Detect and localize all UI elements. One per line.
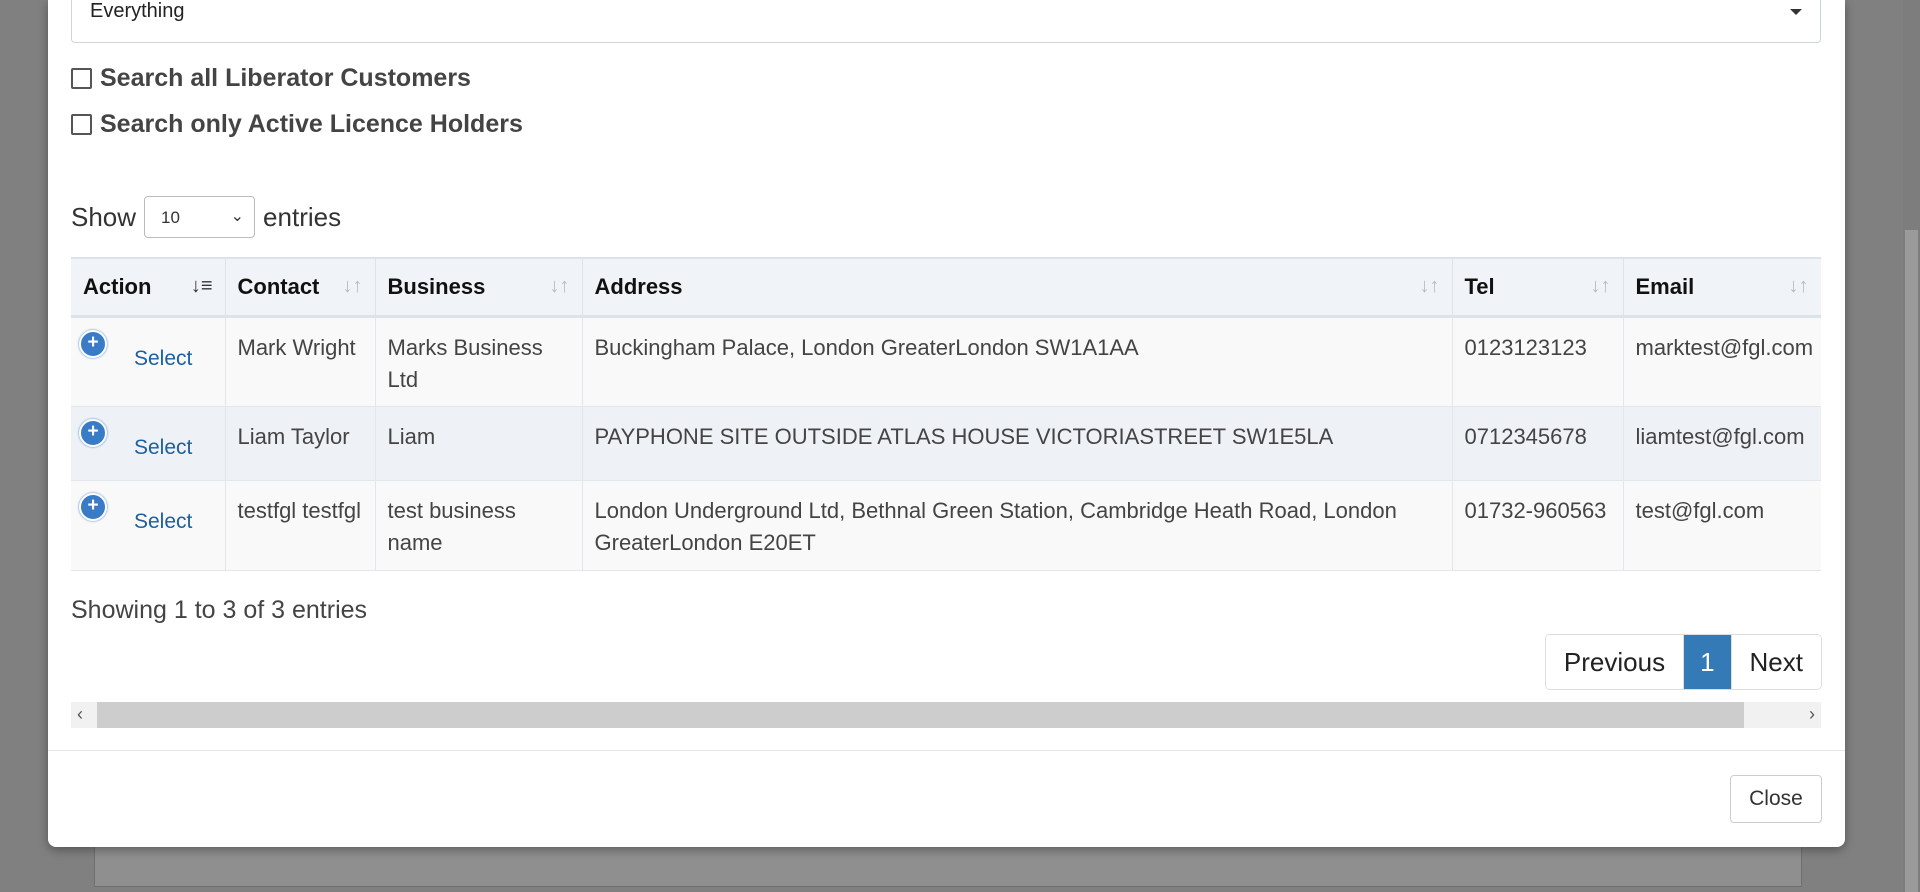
column-header-email[interactable]: Email ↓↑ [1623,258,1821,316]
expand-row-icon[interactable]: + [79,492,107,521]
action-cell: + Select [71,406,226,480]
email-cell: marktest@fgl.com [1623,316,1821,406]
sort-icon: ↓↑ [1788,275,1809,297]
business-cell: test business name [375,480,583,570]
tel-cell: 0712345678 [1452,406,1624,480]
entries-length-control: Show 10 ⌄ entries [71,196,341,238]
column-header-business[interactable]: Business ↓↑ [375,258,583,316]
horizontal-scrollbar-thumb[interactable] [97,702,1744,728]
page-scrollbar-thumb[interactable] [1905,230,1918,892]
address-cell: PAYPHONE SITE OUTSIDE ATLAS HOUSE VICTOR… [582,406,1453,480]
table-row: + Select Mark Wright Marks Business Ltd B… [71,316,1821,406]
entries-label: entries [263,201,342,232]
show-label: Show [71,201,137,232]
caret-down-icon [1790,9,1802,15]
table-row: + Select testfgl testfgl test business na… [71,480,1821,570]
checkbox-label: Search only Active Licence Holders [100,110,523,138]
search-scope-value: Everything [90,0,185,22]
column-header-address[interactable]: Address ↓↑ [582,258,1453,316]
action-cell: + Select [71,316,226,406]
results-table-container: Action ↓≡ Contact ↓↑ Business ↓↑ Address ↓↑ … [71,257,1821,572]
horizontal-scrollbar[interactable]: ‹ › [71,702,1821,728]
select-link[interactable]: Select [134,432,192,464]
select-link[interactable]: Select [134,506,192,538]
column-header-label: Address [594,273,683,299]
page-1-button[interactable]: 1 [1684,635,1731,689]
pagination: Previous 1 Next [1544,634,1822,690]
column-header-label: Contact [237,273,320,299]
column-header-action[interactable]: Action ↓≡ [71,258,226,316]
action-cell: + Select [71,480,226,570]
scroll-left-icon[interactable]: ‹ [77,704,83,725]
search-scope-select[interactable]: Everything [71,0,1821,43]
contact-cell: testfgl testfgl [225,480,376,570]
address-cell: Buckingham Palace, London GreaterLondon … [582,316,1453,406]
select-link[interactable]: Select [134,343,192,375]
checkbox-active-licence-holders[interactable]: Search only Active Licence Holders [71,110,523,139]
column-header-label: Business [387,273,486,299]
column-header-tel[interactable]: Tel ↓↑ [1452,258,1624,316]
address-cell: London Underground Ltd, Bethnal Green St… [582,480,1453,570]
customer-search-modal: Everything Search all Liberator Customer… [48,0,1845,847]
tel-cell: 01732-960563 [1452,480,1624,570]
column-header-contact[interactable]: Contact ↓↑ [225,258,376,316]
entries-per-page-value: 10 [161,208,180,227]
table-row: + Select Liam Taylor Liam PAYPHONE SITE O… [71,406,1821,480]
contact-cell: Mark Wright [225,316,376,406]
next-page-button[interactable]: Next [1730,635,1821,689]
email-cell: test@fgl.com [1623,480,1821,570]
previous-page-button[interactable]: Previous [1545,635,1685,689]
checkbox-box[interactable] [71,68,92,89]
modal-footer-divider [48,750,1845,751]
column-header-label: Action [83,273,152,299]
page-scrollbar[interactable] [1903,0,1920,892]
tel-cell: 0123123123 [1452,316,1624,406]
business-cell: Liam [375,406,583,480]
table-header-row: Action ↓≡ Contact ↓↑ Business ↓↑ Address ↓↑ … [71,258,1821,316]
expand-row-icon[interactable]: + [79,329,107,358]
table-info: Showing 1 to 3 of 3 entries [71,596,368,624]
column-header-label: Email [1635,273,1695,299]
checkbox-box[interactable] [71,114,92,135]
checkbox-all-customers[interactable]: Search all Liberator Customers [71,64,471,93]
chevron-down-icon: ⌄ [230,208,245,225]
contact-cell: Liam Taylor [225,406,376,480]
checkbox-label: Search all Liberator Customers [100,64,471,92]
results-table: Action ↓≡ Contact ↓↑ Business ↓↑ Address ↓↑ … [71,257,1821,571]
email-cell: liamtest@fgl.com [1623,406,1821,480]
business-cell: Marks Business Ltd [375,316,583,406]
expand-row-icon[interactable]: + [79,418,107,447]
sort-icon: ↓↑ [549,275,570,297]
column-header-label: Tel [1464,273,1495,299]
entries-per-page-select[interactable]: 10 ⌄ [144,196,256,238]
sort-icon: ↓↑ [342,275,363,297]
sort-icon: ↓↑ [1419,275,1440,297]
sort-icon: ↓↑ [1590,275,1611,297]
close-button[interactable]: Close [1730,775,1822,823]
sort-ascending-icon: ↓≡ [190,275,213,297]
scroll-right-icon[interactable]: › [1809,704,1815,725]
